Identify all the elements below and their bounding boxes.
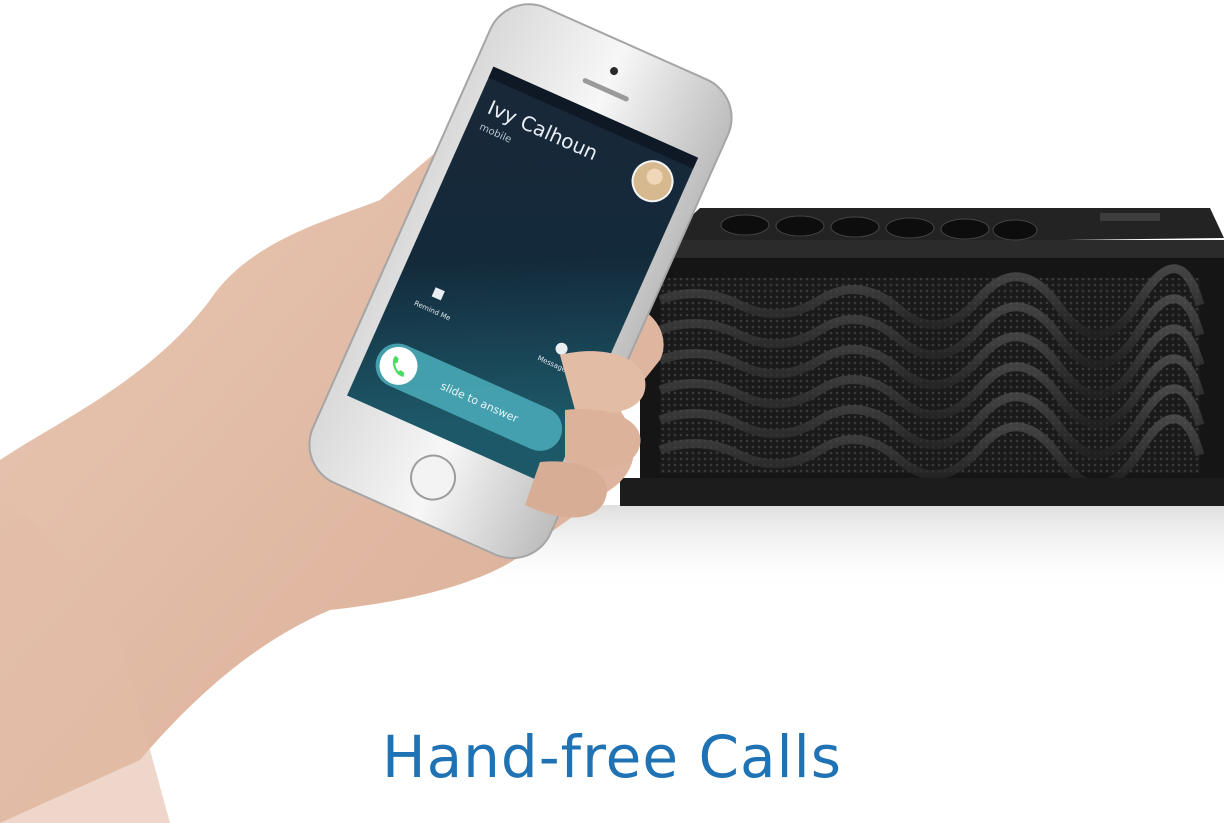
speaker-logo	[1100, 213, 1160, 221]
speaker-button	[720, 214, 770, 236]
speaker-reflection	[495, 505, 1224, 595]
bluetooth-speaker	[620, 208, 1224, 506]
speaker-button	[992, 219, 1038, 241]
speaker-button	[830, 216, 880, 238]
caption-title: Hand-free Calls	[382, 723, 842, 791]
product-scene: Ivy Calhoun mobile Remind Me Message sli…	[0, 3, 1224, 823]
speaker-button	[775, 215, 825, 237]
speaker-button	[940, 218, 990, 240]
speaker-button	[885, 217, 935, 239]
